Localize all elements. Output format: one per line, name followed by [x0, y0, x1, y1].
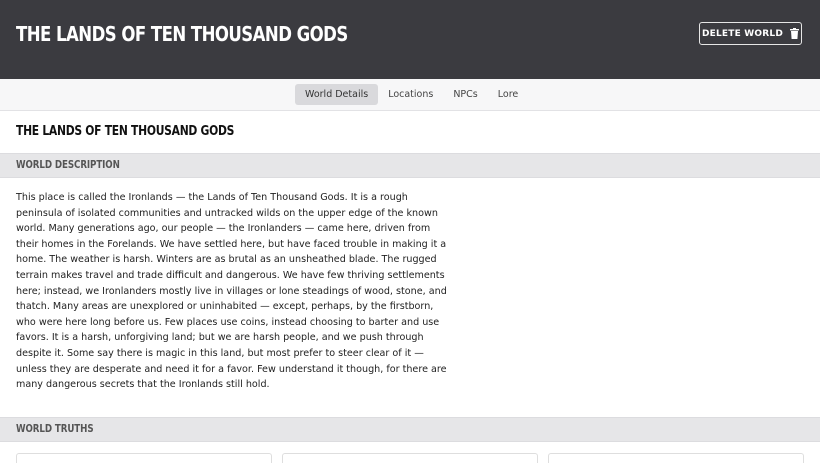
tab-locations[interactable]: Locations [378, 84, 443, 105]
tab-lore[interactable]: Lore [488, 84, 528, 105]
world-name-heading: THE LANDS OF TEN THOUSAND GODS [16, 124, 235, 139]
delete-world-label: DELETE WORLD [701, 28, 784, 39]
world-description-header: WORLD DESCRIPTION [0, 153, 820, 178]
world-description-text: This place is called the Ironlands — the… [16, 192, 447, 391]
tab-world-details[interactable]: World Details [295, 84, 379, 105]
delete-world-button[interactable]: DELETE WORLD [699, 22, 802, 45]
truth-card[interactable] [282, 453, 538, 463]
tab-bar: World Details Locations NPCs Lore [0, 79, 820, 111]
world-truths-title: WORLD TRUTHS [16, 423, 94, 435]
world-truths-header: WORLD TRUTHS [0, 417, 820, 442]
trash-icon [790, 28, 800, 39]
world-description-title: WORLD DESCRIPTION [16, 159, 120, 171]
tab-npcs[interactable]: NPCs [443, 84, 487, 105]
app-header: THE LANDS OF TEN THOUSAND GODS DELETE WO… [0, 0, 820, 79]
truth-card[interactable] [16, 453, 272, 463]
app-title: THE LANDS OF TEN THOUSAND GODS [16, 22, 348, 46]
truth-card[interactable] [548, 453, 804, 463]
tab-list: World Details Locations NPCs Lore [295, 84, 528, 105]
